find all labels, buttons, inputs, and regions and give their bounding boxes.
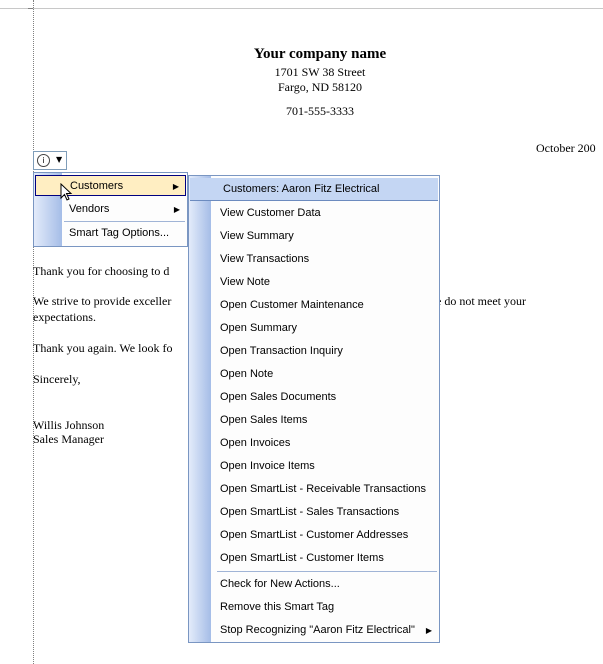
menu-item-label: Open SmartList - Customer Items (220, 552, 384, 564)
submenu-header[interactable]: Customers: Aaron Fitz Electrical (190, 178, 438, 201)
dropdown-arrow-icon: ▼ (56, 155, 63, 164)
menu-item-check-new-actions[interactable]: Check for New Actions... (190, 574, 438, 595)
menu-item-label: Customers (70, 180, 124, 192)
paragraph-2-line-2: expectations. (33, 310, 96, 324)
menu-item-label: Open SmartList - Receivable Transactions (220, 483, 427, 495)
submenu-item[interactable]: Open Note (190, 364, 438, 385)
menu-item-label: Open SmartList - Sales Transactions (220, 506, 400, 518)
menu-item-label: View Summary (220, 230, 294, 242)
company-name: Your company name (253, 46, 387, 62)
menu-item-label: Remove this Smart Tag (220, 601, 335, 613)
menu-item-remove-smart-tag[interactable]: Remove this Smart Tag (190, 597, 438, 618)
submenu-header-label: Customers: Aaron Fitz Electrical (223, 183, 380, 195)
menu-item-label: View Transactions (220, 253, 310, 265)
submenu-item[interactable]: Open Sales Documents (190, 387, 438, 408)
submenu-item[interactable]: Open SmartList - Customer Addresses (190, 525, 438, 546)
address-line-1: 1701 SW 38 Street (274, 65, 366, 79)
menu-item-label: Open Summary (220, 322, 298, 334)
paragraph-1: Thank you for choosing to d (33, 264, 170, 278)
submenu-item[interactable]: Open Sales Items (190, 410, 438, 431)
menu-item-label: Open Invoices (220, 437, 291, 449)
page-left-margin-line (33, 0, 34, 664)
submenu-item[interactable]: Open SmartList - Customer Items (190, 548, 438, 569)
customers-submenu: Customers: Aaron Fitz Electrical View Cu… (188, 175, 440, 643)
menu-item-label: Vendors (69, 203, 110, 215)
paragraph-2-right: e do not meet your (436, 294, 526, 308)
menu-item-label: Open Invoice Items (220, 460, 315, 472)
menu-separator (217, 571, 437, 572)
submenu-item[interactable]: Open SmartList - Sales Transactions (190, 502, 438, 523)
submenu-item[interactable]: View Summary (190, 226, 438, 247)
closing: Sincerely, (33, 372, 81, 386)
info-icon: i (37, 154, 50, 167)
menu-item-label: Stop Recognizing "Aaron Fitz Electrical" (220, 624, 415, 636)
menu-item-label: Open Sales Documents (220, 391, 337, 403)
submenu-arrow-icon: ▶ (173, 205, 180, 214)
menu-separator (64, 221, 185, 222)
menu-item-label: Open Customer Maintenance (220, 299, 364, 311)
menu-item-label: Open Transaction Inquiry (220, 345, 343, 357)
menu-item-customers[interactable]: Customers ▶ (35, 175, 186, 196)
paragraph-2-left: We strive to provide exceller (33, 294, 172, 308)
submenu-item[interactable]: Open Invoices (190, 433, 438, 454)
mouse-pointer-icon (60, 183, 73, 201)
letter-date: October 200 (536, 141, 596, 155)
menu-item-label: Open Note (220, 368, 274, 380)
submenu-item[interactable]: Open Transaction Inquiry (190, 341, 438, 362)
submenu-item[interactable]: View Transactions (190, 249, 438, 270)
company-phone: 701-555-3333 (286, 104, 354, 118)
smart-tag-button[interactable]: i ▼ (33, 151, 67, 170)
smart-tag-menu: Customers ▶ Vendors ▶ Smart Tag Options.… (33, 172, 188, 247)
address-line-2: Fargo, ND 58120 (277, 80, 363, 94)
submenu-item[interactable]: Open Customer Maintenance (190, 295, 438, 316)
submenu-item[interactable]: View Customer Data (190, 203, 438, 224)
submenu-arrow-icon: ▶ (425, 626, 432, 635)
submenu-arrow-icon: ▶ (172, 182, 179, 191)
menu-item-label: Check for New Actions... (220, 578, 340, 590)
menu-item-label: Smart Tag Options... (69, 227, 170, 239)
menu-item-label: View Note (220, 276, 270, 288)
menu-item-label: Open Sales Items (220, 414, 308, 426)
menu-item-label: View Customer Data (220, 207, 321, 219)
signature-name: Willis Johnson (33, 418, 105, 432)
submenu-item[interactable]: Open Invoice Items (190, 456, 438, 477)
menu-item-label: Open SmartList - Customer Addresses (220, 529, 409, 541)
menu-item-stop-recognizing[interactable]: Stop Recognizing "Aaron Fitz Electrical"… (190, 620, 438, 641)
submenu-item[interactable]: View Note (190, 272, 438, 293)
signature-title: Sales Manager (33, 432, 104, 446)
menu-item-smart-tag-options[interactable]: Smart Tag Options... (35, 223, 186, 244)
paragraph-3: Thank you again. We look fo (33, 341, 173, 355)
menu-item-vendors[interactable]: Vendors ▶ (35, 199, 186, 220)
submenu-item[interactable]: Open Summary (190, 318, 438, 339)
submenu-item[interactable]: Open SmartList - Receivable Transactions (190, 479, 438, 500)
page-top-margin-line (0, 8, 603, 9)
